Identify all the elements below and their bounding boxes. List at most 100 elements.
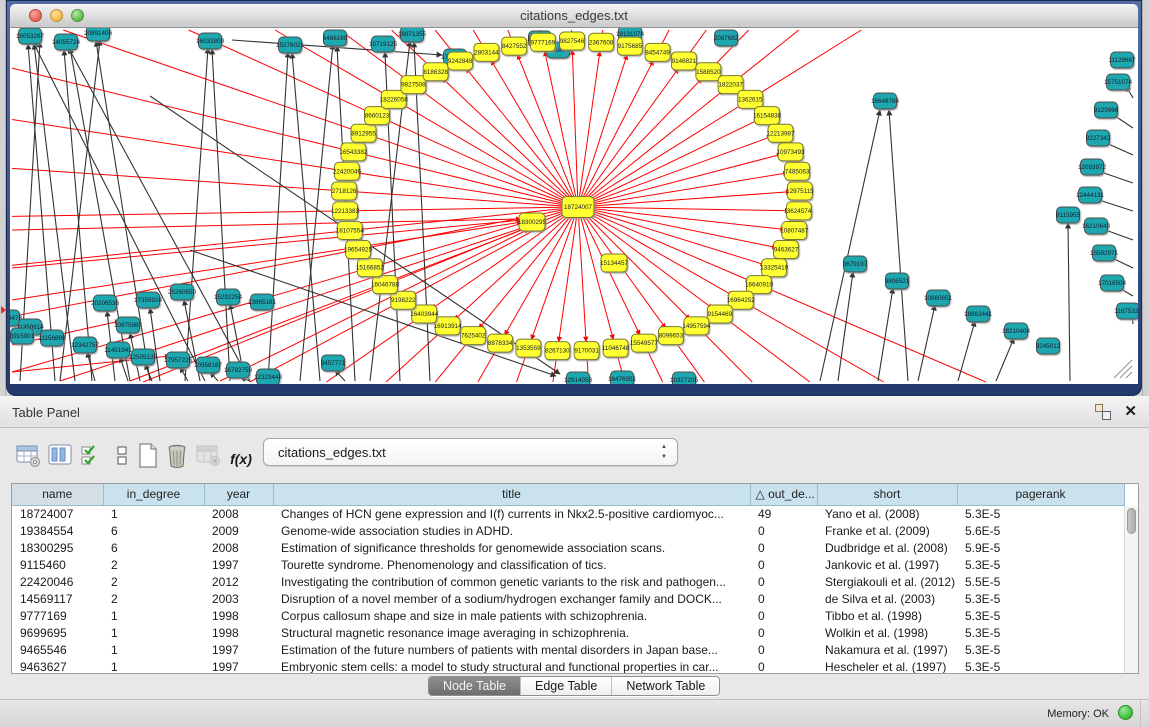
edge[interactable] xyxy=(958,321,975,381)
graph-node[interactable]: 16648784 xyxy=(871,93,900,109)
table-cell[interactable]: Wolkin et al. (1998) xyxy=(817,624,957,641)
edge[interactable] xyxy=(578,55,627,207)
edge[interactable] xyxy=(432,207,578,309)
edge[interactable] xyxy=(12,219,521,230)
graph-node[interactable]: 8186328 xyxy=(423,63,448,81)
table-cell[interactable]: Jankovic et al. (1997) xyxy=(817,556,957,573)
edge[interactable] xyxy=(378,207,578,265)
graph-node[interactable]: 16476951 xyxy=(608,371,637,384)
graph-node[interactable]: 7485063 xyxy=(785,162,810,180)
graph-node[interactable]: 18300295 xyxy=(518,213,547,231)
table-cell[interactable]: Stergiakouli et al. (2012) xyxy=(817,573,957,590)
delete-column-button[interactable] xyxy=(166,443,192,469)
graph-node[interactable]: 19654925 xyxy=(344,241,373,259)
table-cell[interactable]: de Silva et al. (2003) xyxy=(817,590,957,607)
graph-node[interactable]: 16210643 xyxy=(1082,218,1111,234)
table-cell[interactable]: Estimation of the future numbers of pati… xyxy=(273,641,750,658)
table-row[interactable]: 1938455462009Genome-wide association stu… xyxy=(12,522,1124,539)
graph-node[interactable]: 6466160 xyxy=(323,30,348,46)
column-header-out_de[interactable]: △ out_de... xyxy=(750,484,817,505)
table-cell[interactable]: 2008 xyxy=(204,505,273,522)
edge[interactable] xyxy=(212,49,230,381)
graph-node[interactable]: 8115955 xyxy=(1056,207,1081,223)
table-cell[interactable]: 0 xyxy=(750,573,817,590)
graph-node[interactable]: 17016504 xyxy=(1098,275,1127,291)
graph-node[interactable]: 9170031 xyxy=(574,342,599,360)
graph-node[interactable]: 9129966 xyxy=(1094,102,1119,118)
table-cell[interactable]: 9777169 xyxy=(12,607,103,624)
graph-node[interactable]: 12342757 xyxy=(71,337,100,353)
graph-node[interactable]: 16913914 xyxy=(434,317,463,335)
table-cell[interactable]: 5.3E-5 xyxy=(957,556,1124,573)
graph-node[interactable]: 11156869 xyxy=(38,330,66,346)
table-cell[interactable]: 0 xyxy=(750,556,817,573)
edge[interactable] xyxy=(180,367,188,381)
graph-node[interactable]: 11675331 xyxy=(1114,303,1138,319)
table-cell[interactable]: 5.3E-5 xyxy=(957,505,1124,522)
table-cell[interactable]: 9465546 xyxy=(12,641,103,658)
edge[interactable] xyxy=(300,44,333,381)
canvas-resize-grip[interactable] xyxy=(1114,360,1132,378)
graph-node[interactable]: 9175685 xyxy=(617,37,642,55)
graph-node[interactable]: 10327205 xyxy=(670,372,699,384)
graph-node[interactable]: 8912955 xyxy=(351,124,376,142)
tab-edge-table[interactable]: Edge Table xyxy=(520,677,611,695)
table-cell[interactable]: Corpus callosum shape and size in male p… xyxy=(273,607,750,624)
edge[interactable] xyxy=(12,211,345,217)
edge[interactable] xyxy=(362,154,578,207)
table-cell[interactable]: 1997 xyxy=(204,641,273,658)
table-cell[interactable]: Dudbridge et al. (2008) xyxy=(817,539,957,556)
graph-node[interactable]: 9146821 xyxy=(671,52,696,70)
graph-node[interactable]: 3915901 xyxy=(10,328,35,344)
graph-node[interactable]: 9777169 xyxy=(530,33,555,51)
network-graph[interactable]: 1605328714055724208914061603380915276021… xyxy=(10,28,1138,384)
edge[interactable] xyxy=(578,51,600,207)
graph-node[interactable]: 9457771 xyxy=(321,355,346,371)
graph-node[interactable]: 12505135 xyxy=(129,349,158,365)
table-cell[interactable]: 14569117 xyxy=(12,590,103,607)
graph-node[interactable]: 10975887 xyxy=(114,317,143,333)
graph-node[interactable]: 16053287 xyxy=(16,28,45,44)
table-cell[interactable]: Genome-wide association studies in ADHD. xyxy=(273,522,750,539)
table-cell[interactable]: 6 xyxy=(103,522,204,539)
edge[interactable] xyxy=(578,207,586,342)
graph-node[interactable]: 22420046 xyxy=(333,162,362,180)
table-row[interactable]: 1830029562008Estimation of significance … xyxy=(12,539,1124,556)
column-header-year[interactable]: year xyxy=(204,484,273,505)
edge[interactable] xyxy=(878,288,893,381)
table-cell[interactable]: 0 xyxy=(750,522,817,539)
table-row[interactable]: 946554611997Estimation of the future num… xyxy=(12,641,1124,658)
edge[interactable] xyxy=(889,110,908,381)
edge[interactable] xyxy=(68,47,250,381)
table-cell[interactable]: 0 xyxy=(750,641,817,658)
edge[interactable] xyxy=(353,192,578,207)
table-row[interactable]: 2242004622012Investigating the contribut… xyxy=(12,573,1124,590)
show-columns-button[interactable] xyxy=(48,443,74,469)
edge[interactable] xyxy=(578,207,777,248)
edge[interactable] xyxy=(578,78,702,207)
graph-node[interactable]: 1362615 xyxy=(738,90,763,108)
edge[interactable] xyxy=(356,173,578,207)
graph-node[interactable]: 12975115 xyxy=(786,182,814,200)
table-row[interactable]: 911546021997Tourette syndrome. Phenomeno… xyxy=(12,556,1124,573)
edge[interactable] xyxy=(12,168,344,191)
table-cell[interactable]: 0 xyxy=(750,590,817,607)
table-cell[interactable]: Franke et al. (2009) xyxy=(817,522,957,539)
table-row[interactable]: 1872400712008Changes of HCN gene express… xyxy=(12,505,1124,522)
column-header-title[interactable]: title xyxy=(273,484,750,505)
graph-node[interactable]: 12213987 xyxy=(766,124,795,142)
table-cell[interactable]: 6 xyxy=(103,539,204,556)
table-cell[interactable]: 22420046 xyxy=(12,573,103,590)
graph-node[interactable]: 1588520 xyxy=(696,63,721,81)
graph-node[interactable]: 18724007 xyxy=(562,197,594,218)
table-cell[interactable]: 2012 xyxy=(204,573,273,590)
table-selector-combo[interactable]: citations_edges.txt ▲▼ xyxy=(263,438,678,466)
graph-node[interactable]: 1353559 xyxy=(516,339,541,357)
graph-node[interactable]: 8660123 xyxy=(365,107,390,125)
graph-node[interactable]: 9806521 xyxy=(885,273,910,289)
table-cell[interactable]: Disruption of a novel member of a sodium… xyxy=(273,590,750,607)
graph-node[interactable]: 15751074 xyxy=(1104,74,1133,90)
edge[interactable] xyxy=(578,207,713,309)
edge[interactable] xyxy=(996,338,1014,381)
edge[interactable] xyxy=(578,173,788,207)
